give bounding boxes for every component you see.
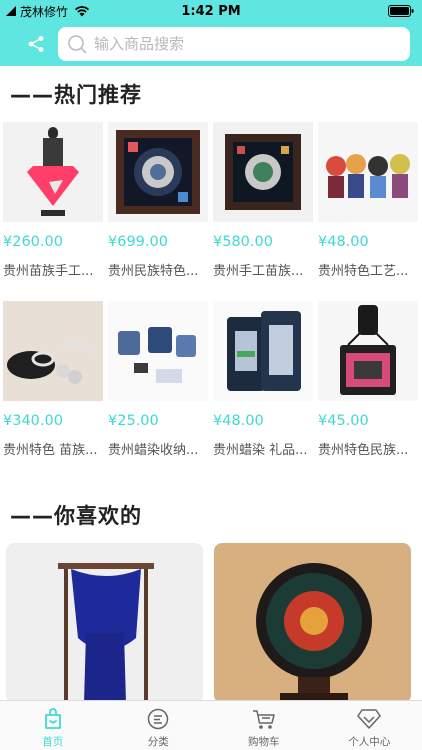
product-price: ¥48.00 xyxy=(213,413,264,429)
product-name: 贵州蜡染收纳... xyxy=(108,443,199,457)
product-card[interactable]: ¥25.00 贵州蜡染收纳... xyxy=(108,301,208,457)
top-header xyxy=(0,22,422,66)
home-bag-icon xyxy=(44,708,61,729)
tab-label: 个人中心 xyxy=(348,736,391,748)
product-image xyxy=(108,122,208,222)
bottom-tab-bar: 首页 分类 购物车 个人中心 xyxy=(0,700,422,750)
product-image xyxy=(213,122,313,222)
product-price: ¥260.00 xyxy=(3,234,63,250)
product-price: ¥25.00 xyxy=(108,413,159,429)
cart-icon xyxy=(252,710,275,729)
battery-icon xyxy=(388,5,414,17)
like-product-image xyxy=(6,543,203,700)
product-price: ¥48.00 xyxy=(318,234,369,250)
product-image xyxy=(318,122,418,222)
category-icon xyxy=(148,708,169,730)
carrier-name: 茂林修竹 xyxy=(20,4,69,19)
tab-label: 首页 xyxy=(42,736,64,748)
like-product-image xyxy=(214,543,411,700)
hot-row-1: ¥260.00 贵州苗族手工... ¥699.00 贵州民族特色... ¥580… xyxy=(0,122,422,278)
search-icon xyxy=(66,33,88,55)
product-card[interactable]: ¥340.00 贵州特色 苗族... xyxy=(3,301,103,457)
hot-section-title: ——热门推荐 xyxy=(10,83,142,107)
product-image xyxy=(3,301,103,401)
tab-cart[interactable]: 购物车 xyxy=(211,701,317,750)
product-name: 贵州手工苗族... xyxy=(213,264,304,278)
product-name: 贵州特色工艺... xyxy=(318,264,409,278)
product-card[interactable]: ¥48.00 贵州特色工艺... xyxy=(318,122,418,278)
tab-home[interactable]: 首页 xyxy=(0,701,106,750)
status-right xyxy=(282,5,422,17)
product-price: ¥699.00 xyxy=(108,234,168,250)
search-input[interactable] xyxy=(94,35,394,53)
like-product-card[interactable] xyxy=(214,543,411,700)
product-name: 贵州特色民族... xyxy=(318,443,409,457)
product-price: ¥340.00 xyxy=(3,413,63,429)
tab-label: 购物车 xyxy=(248,736,280,748)
tab-profile[interactable]: 个人中心 xyxy=(317,701,422,750)
signal-icon xyxy=(6,6,16,16)
product-card[interactable]: ¥45.00 贵州特色民族... xyxy=(318,301,418,457)
product-price: ¥45.00 xyxy=(318,413,369,429)
tab-category[interactable]: 分类 xyxy=(106,701,212,750)
share-icon xyxy=(28,36,44,52)
product-card[interactable]: ¥580.00 贵州手工苗族... xyxy=(213,122,313,278)
product-image xyxy=(213,301,313,401)
like-row xyxy=(0,543,422,700)
search-box[interactable] xyxy=(58,27,410,61)
product-name: 贵州苗族手工... xyxy=(3,264,94,278)
share-button[interactable] xyxy=(14,22,58,66)
tab-label: 分类 xyxy=(147,736,169,748)
status-time: 1:42 PM xyxy=(181,3,241,19)
product-price: ¥580.00 xyxy=(213,234,273,250)
product-name: 贵州民族特色... xyxy=(108,264,199,278)
like-product-card[interactable] xyxy=(6,543,203,700)
hot-row-2: ¥340.00 贵州特色 苗族... ¥25.00 贵州蜡染收纳... ¥48.… xyxy=(0,301,422,457)
diamond-icon xyxy=(357,709,381,729)
like-section-title: ——你喜欢的 xyxy=(10,504,142,528)
status-bar: 茂林修竹 1:42 PM xyxy=(0,0,422,22)
product-image xyxy=(3,122,103,222)
wifi-icon xyxy=(75,6,90,17)
product-name: 贵州特色 苗族... xyxy=(3,443,98,457)
product-card[interactable]: ¥699.00 贵州民族特色... xyxy=(108,122,208,278)
product-card[interactable]: ¥48.00 贵州蜡染 礼品... xyxy=(213,301,313,457)
product-image xyxy=(108,301,208,401)
home-content: ——热门推荐 ¥260.00 贵州苗族手工... ¥699.00 贵州民族特色.… xyxy=(0,66,422,700)
status-left: 茂林修竹 xyxy=(0,3,140,20)
product-image xyxy=(318,301,418,401)
product-card[interactable]: ¥260.00 贵州苗族手工... xyxy=(3,122,103,278)
product-name: 贵州蜡染 礼品... xyxy=(213,443,308,457)
